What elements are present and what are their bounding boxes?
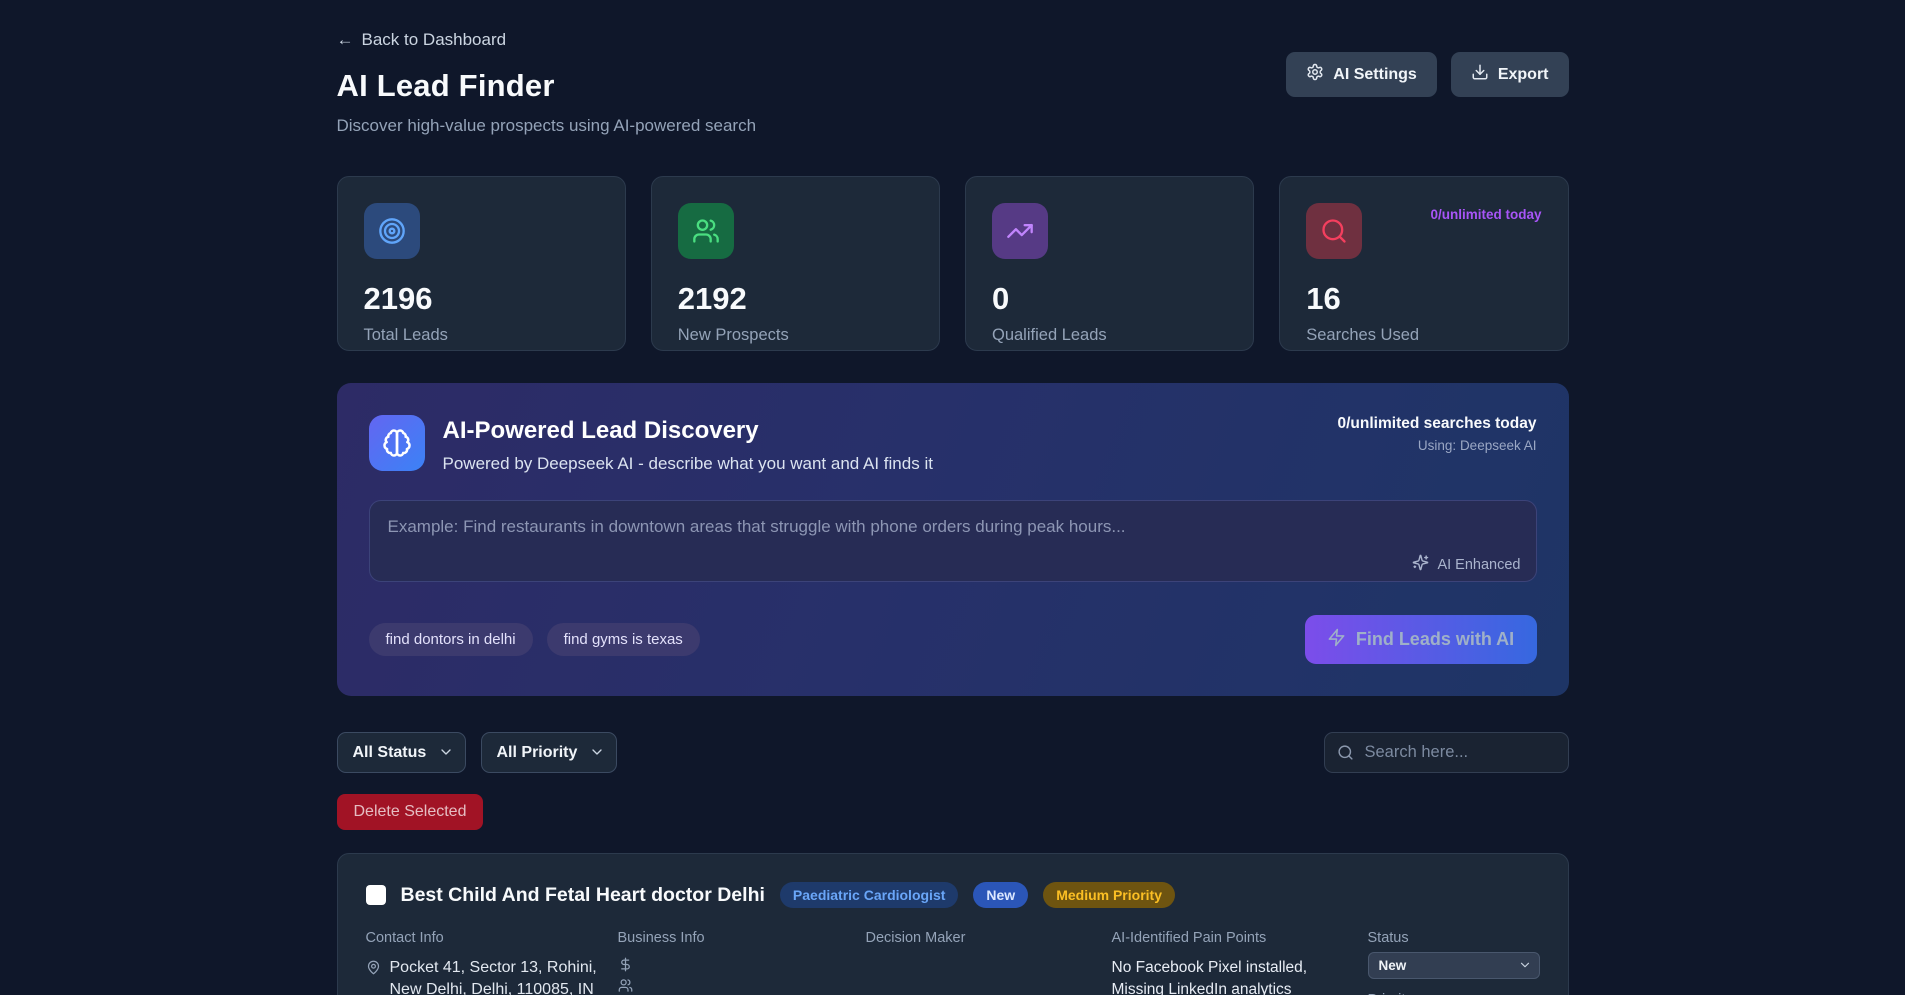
download-icon bbox=[1471, 63, 1489, 86]
lead-pain-points: No Facebook Pixel installed, Missing Lin… bbox=[1112, 957, 1342, 995]
stat-card-new-prospects: 2192 New Prospects bbox=[651, 176, 940, 351]
dollar-icon bbox=[618, 957, 633, 972]
business-info-header: Business Info bbox=[618, 930, 866, 946]
stat-value: 0 bbox=[992, 281, 1227, 317]
status-filter-select[interactable]: All Status bbox=[337, 732, 466, 773]
discovery-bottom: find dontors in delhi find gyms is texas… bbox=[369, 615, 1537, 664]
stat-label: Searches Used bbox=[1306, 326, 1541, 345]
contact-info-column: Contact Info Pocket 41, Sector 13, Rohin… bbox=[366, 930, 618, 995]
filters-row: All Status All Priority bbox=[337, 732, 1569, 773]
lead-checkbox[interactable] bbox=[366, 885, 386, 905]
back-to-dashboard-link[interactable]: ← Back to Dashboard bbox=[337, 30, 757, 50]
stat-label: New Prospects bbox=[678, 326, 913, 345]
searches-usage-text: 0/unlimited searches today bbox=[1338, 415, 1537, 433]
target-icon bbox=[364, 203, 420, 259]
priority-filter-wrap: All Priority bbox=[481, 732, 617, 773]
pain-points-header: AI-Identified Pain Points bbox=[1112, 930, 1354, 946]
lead-status-badge: New bbox=[973, 882, 1028, 908]
decision-maker-column: Decision Maker bbox=[866, 930, 1112, 995]
lead-employees-row bbox=[618, 978, 866, 993]
lead-revenue-row bbox=[618, 957, 866, 972]
ai-enhanced-badge: AI Enhanced bbox=[1412, 554, 1520, 575]
stat-value: 2196 bbox=[364, 281, 599, 317]
brain-icon bbox=[369, 415, 425, 471]
delete-selected-button[interactable]: Delete Selected bbox=[337, 794, 484, 830]
page-subtitle: Discover high-value prospects using AI-p… bbox=[337, 116, 757, 136]
header-left: ← Back to Dashboard AI Lead Finder Disco… bbox=[337, 30, 757, 136]
topbar: ← Back to Dashboard AI Lead Finder Disco… bbox=[337, 30, 1569, 136]
ai-engine-text: Using: Deepseek AI bbox=[1338, 438, 1537, 453]
discovery-usage: 0/unlimited searches today Using: Deepse… bbox=[1338, 415, 1537, 453]
suggestion-chips: find dontors in delhi find gyms is texas bbox=[369, 623, 700, 656]
lead-address-row: Pocket 41, Sector 13, Rohini, New Delhi,… bbox=[366, 957, 618, 995]
stat-value: 2192 bbox=[678, 281, 913, 317]
users-icon bbox=[678, 203, 734, 259]
export-label: Export bbox=[1498, 66, 1549, 84]
find-leads-button[interactable]: Find Leads with AI bbox=[1305, 615, 1537, 664]
lead-status-wrap: New bbox=[1368, 952, 1540, 979]
export-button[interactable]: Export bbox=[1451, 52, 1569, 97]
stat-card-searches-used: 0/unlimited today 16 Searches Used bbox=[1279, 176, 1568, 351]
trending-up-icon bbox=[992, 203, 1048, 259]
discovery-title: AI-Powered Lead Discovery bbox=[443, 417, 1338, 445]
prompt-area: AI Enhanced bbox=[369, 500, 1537, 587]
ai-enhanced-label: AI Enhanced bbox=[1437, 557, 1520, 573]
discovery-titles: AI-Powered Lead Discovery Powered by Dee… bbox=[443, 415, 1338, 474]
lead-details: Contact Info Pocket 41, Sector 13, Rohin… bbox=[366, 930, 1540, 995]
users-icon bbox=[618, 978, 633, 993]
stat-label: Qualified Leads bbox=[992, 326, 1227, 345]
lead-address: Pocket 41, Sector 13, Rohini, New Delhi,… bbox=[390, 957, 618, 995]
stat-card-qualified-leads: 0 Qualified Leads bbox=[965, 176, 1254, 351]
suggestion-chip[interactable]: find gyms is texas bbox=[547, 623, 700, 656]
decision-maker-header: Decision Maker bbox=[866, 930, 1112, 946]
map-pin-icon bbox=[366, 960, 381, 975]
lead-priority-badge: Medium Priority bbox=[1043, 882, 1175, 908]
stats-row: 2196 Total Leads 2192 New Prospects 0 Qu… bbox=[337, 176, 1569, 351]
lead-card: Best Child And Fetal Heart doctor Delhi … bbox=[337, 853, 1569, 995]
lead-status-select[interactable]: New bbox=[1368, 952, 1540, 979]
gear-icon bbox=[1306, 63, 1324, 86]
priority-filter-select[interactable]: All Priority bbox=[481, 732, 617, 773]
status-filter-wrap: All Status bbox=[337, 732, 466, 773]
search-icon bbox=[1306, 203, 1362, 259]
lead-actions-column: Status New Priority Medium Priority + Ad… bbox=[1368, 930, 1540, 995]
ai-settings-button[interactable]: AI Settings bbox=[1286, 52, 1437, 97]
back-link-label: Back to Dashboard bbox=[362, 30, 507, 50]
lead-category-badge: Paediatric Cardiologist bbox=[780, 882, 958, 908]
find-leads-label: Find Leads with AI bbox=[1356, 629, 1514, 650]
pain-points-column: AI-Identified Pain Points No Facebook Pi… bbox=[1112, 930, 1354, 995]
business-info-column: Business Info 5 (2 reviews) bbox=[618, 930, 866, 995]
sparkles-icon bbox=[1412, 554, 1429, 575]
stat-card-total-leads: 2196 Total Leads bbox=[337, 176, 626, 351]
ai-prompt-input[interactable] bbox=[369, 500, 1537, 582]
stat-label: Total Leads bbox=[364, 326, 599, 345]
suggestion-chip[interactable]: find dontors in delhi bbox=[369, 623, 533, 656]
header-actions: AI Settings Export bbox=[1286, 52, 1568, 97]
page-container: ← Back to Dashboard AI Lead Finder Disco… bbox=[337, 0, 1569, 995]
page-title: AI Lead Finder bbox=[337, 68, 757, 104]
contact-info-header: Contact Info bbox=[366, 930, 618, 946]
discovery-subtitle: Powered by Deepseek AI - describe what y… bbox=[443, 454, 1338, 474]
lead-name: Best Child And Fetal Heart doctor Delhi bbox=[401, 884, 765, 907]
search-icon bbox=[1337, 744, 1354, 766]
status-label: Status bbox=[1368, 930, 1540, 946]
discovery-header: AI-Powered Lead Discovery Powered by Dee… bbox=[369, 415, 1537, 474]
ai-discovery-panel: AI-Powered Lead Discovery Powered by Dee… bbox=[337, 383, 1569, 696]
zap-icon bbox=[1327, 628, 1346, 652]
stat-value: 16 bbox=[1306, 281, 1541, 317]
lead-header: Best Child And Fetal Heart doctor Delhi … bbox=[366, 882, 1540, 908]
ai-settings-label: AI Settings bbox=[1333, 66, 1417, 84]
arrow-left-icon: ← bbox=[337, 30, 354, 50]
search-wrap bbox=[1324, 732, 1569, 773]
searches-quota-badge: 0/unlimited today bbox=[1430, 207, 1541, 222]
search-input[interactable] bbox=[1324, 732, 1569, 773]
